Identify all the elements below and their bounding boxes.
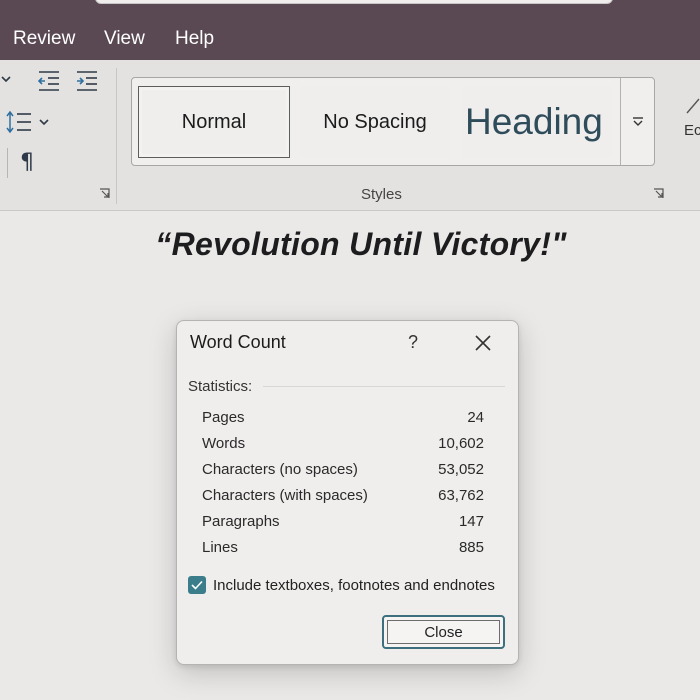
decrease-indent-icon[interactable] [37,70,61,96]
style-normal-label: Normal [181,110,247,133]
word-count-dialog: Word Count ? Statistics: Pages 24 Words … [176,320,519,665]
stat-label: Words [202,435,246,452]
styles-gallery: Normal No Spacing Heading [131,77,655,166]
include-textboxes-label: Include textboxes, footnotes and endnote… [213,576,495,594]
dialog-title: Word Count [190,332,286,352]
close-button[interactable]: Close [382,615,505,649]
stat-value: 10,602 [438,435,484,452]
style-heading-1-label: Heading [465,101,603,142]
window-tab-edge [95,0,613,4]
dialog-launcher-icon[interactable] [99,188,110,199]
stat-label: Characters (no spaces) [202,461,358,478]
show-formatting-marks-icon[interactable]: ¶ [20,150,34,175]
document-title: “Revolution Until Victory!" [155,226,567,262]
stat-row-lines: Lines 885 [202,539,484,561]
line-spacing-icon[interactable] [6,110,50,138]
stat-value: 53,052 [438,461,484,478]
include-textboxes-checkbox[interactable] [188,576,206,594]
ribbon: ¶ Normal No Spacing Heading Ec [0,60,700,211]
stat-value: 885 [458,539,484,556]
include-textboxes-option[interactable]: Include textboxes, footnotes and endnote… [188,574,495,596]
stat-row-pages: Pages 24 [202,409,484,431]
stat-label: Pages [202,409,245,426]
statistics-label: Statistics: [188,378,253,395]
stat-row-characters-no-spaces: Characters (no spaces) 53,052 [202,461,484,483]
style-no-spacing[interactable]: No Spacing [300,86,450,158]
styles-group-label: Styles [361,186,402,203]
close-icon[interactable] [472,332,494,354]
divider [263,386,505,387]
increase-indent-icon[interactable] [75,70,99,96]
help-button[interactable]: ? [408,332,418,353]
stat-value: 63,762 [438,487,484,504]
stat-value: 24 [467,409,484,426]
stat-label: Lines [202,539,238,556]
chevron-down-icon[interactable] [1,74,11,87]
close-button-label: Close [424,623,463,641]
editing-icon[interactable] [686,98,700,118]
styles-gallery-more-icon[interactable] [620,78,654,165]
style-normal[interactable]: Normal [138,86,290,158]
stat-row-paragraphs: Paragraphs 147 [202,513,484,535]
styles-dialog-launcher-icon[interactable] [653,188,664,199]
stat-row-words: Words 10,602 [202,435,484,457]
stat-label: Paragraphs [202,513,280,530]
title-bar: Review View Help [0,0,700,60]
group-divider [7,148,8,178]
stat-row-characters-with-spaces: Characters (with spaces) 63,762 [202,487,484,509]
editing-label-partial: Ec [684,122,700,139]
style-heading-1[interactable]: Heading [462,86,612,158]
tab-view[interactable]: View [104,27,145,51]
tab-help[interactable]: Help [175,27,214,51]
style-no-spacing-label: No Spacing [323,110,427,133]
stat-value: 147 [458,513,484,530]
tab-review[interactable]: Review [13,27,75,51]
group-separator [116,68,117,204]
stat-label: Characters (with spaces) [202,487,368,504]
